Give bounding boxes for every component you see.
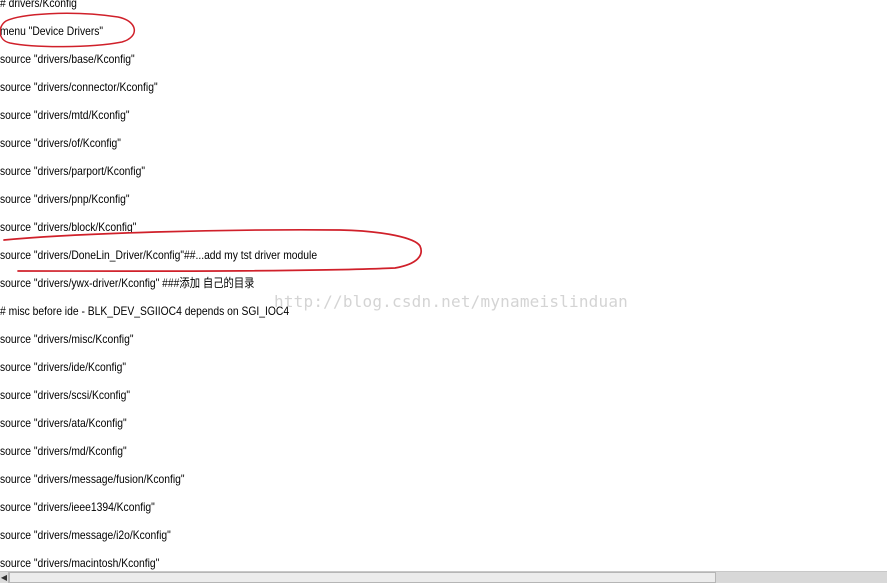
watermark-text: http://blog.csdn.net/mynameislinduan bbox=[274, 292, 628, 311]
text-editor-pane[interactable]: # drivers/Kconfig menu "Device Drivers" … bbox=[0, 0, 887, 571]
code-line: source "drivers/mtd/Kconfig" bbox=[0, 108, 130, 122]
code-line: # drivers/Kconfig bbox=[0, 0, 77, 10]
code-line: source "drivers/scsi/Kconfig" bbox=[0, 388, 131, 402]
code-line: source "drivers/message/i2o/Kconfig" bbox=[0, 528, 171, 542]
code-line: source "drivers/parport/Kconfig" bbox=[0, 164, 145, 178]
code-line: source "drivers/connector/Kconfig" bbox=[0, 80, 158, 94]
code-line: source "drivers/macintosh/Kconfig" bbox=[0, 556, 160, 570]
code-line: source "drivers/ata/Kconfig" bbox=[0, 416, 127, 430]
code-line: source "drivers/ywx-driver/Kconfig" ###添… bbox=[0, 276, 255, 290]
code-line: source "drivers/base/Kconfig" bbox=[0, 52, 135, 66]
code-line: source "drivers/misc/Kconfig" bbox=[0, 332, 134, 346]
code-line: # misc before ide - BLK_DEV_SGIIOC4 depe… bbox=[0, 304, 290, 318]
scrollbar-thumb[interactable] bbox=[9, 572, 716, 583]
code-line: source "drivers/md/Kconfig" bbox=[0, 444, 127, 458]
code-line: menu "Device Drivers" bbox=[0, 24, 104, 38]
code-line: source "drivers/DoneLin_Driver/Kconfig"#… bbox=[0, 248, 318, 262]
code-line: source "drivers/block/Kconfig" bbox=[0, 220, 137, 234]
arrow-left-icon[interactable]: ◀ bbox=[0, 572, 9, 583]
horizontal-scrollbar[interactable]: ◀ bbox=[0, 571, 887, 583]
code-line: source "drivers/message/fusion/Kconfig" bbox=[0, 472, 185, 486]
code-line: source "drivers/of/Kconfig" bbox=[0, 136, 121, 150]
scrollbar-track[interactable] bbox=[716, 572, 887, 583]
code-line: source "drivers/ieee1394/Kconfig" bbox=[0, 500, 155, 514]
code-line: source "drivers/ide/Kconfig" bbox=[0, 360, 127, 374]
code-line: source "drivers/pnp/Kconfig" bbox=[0, 192, 130, 206]
